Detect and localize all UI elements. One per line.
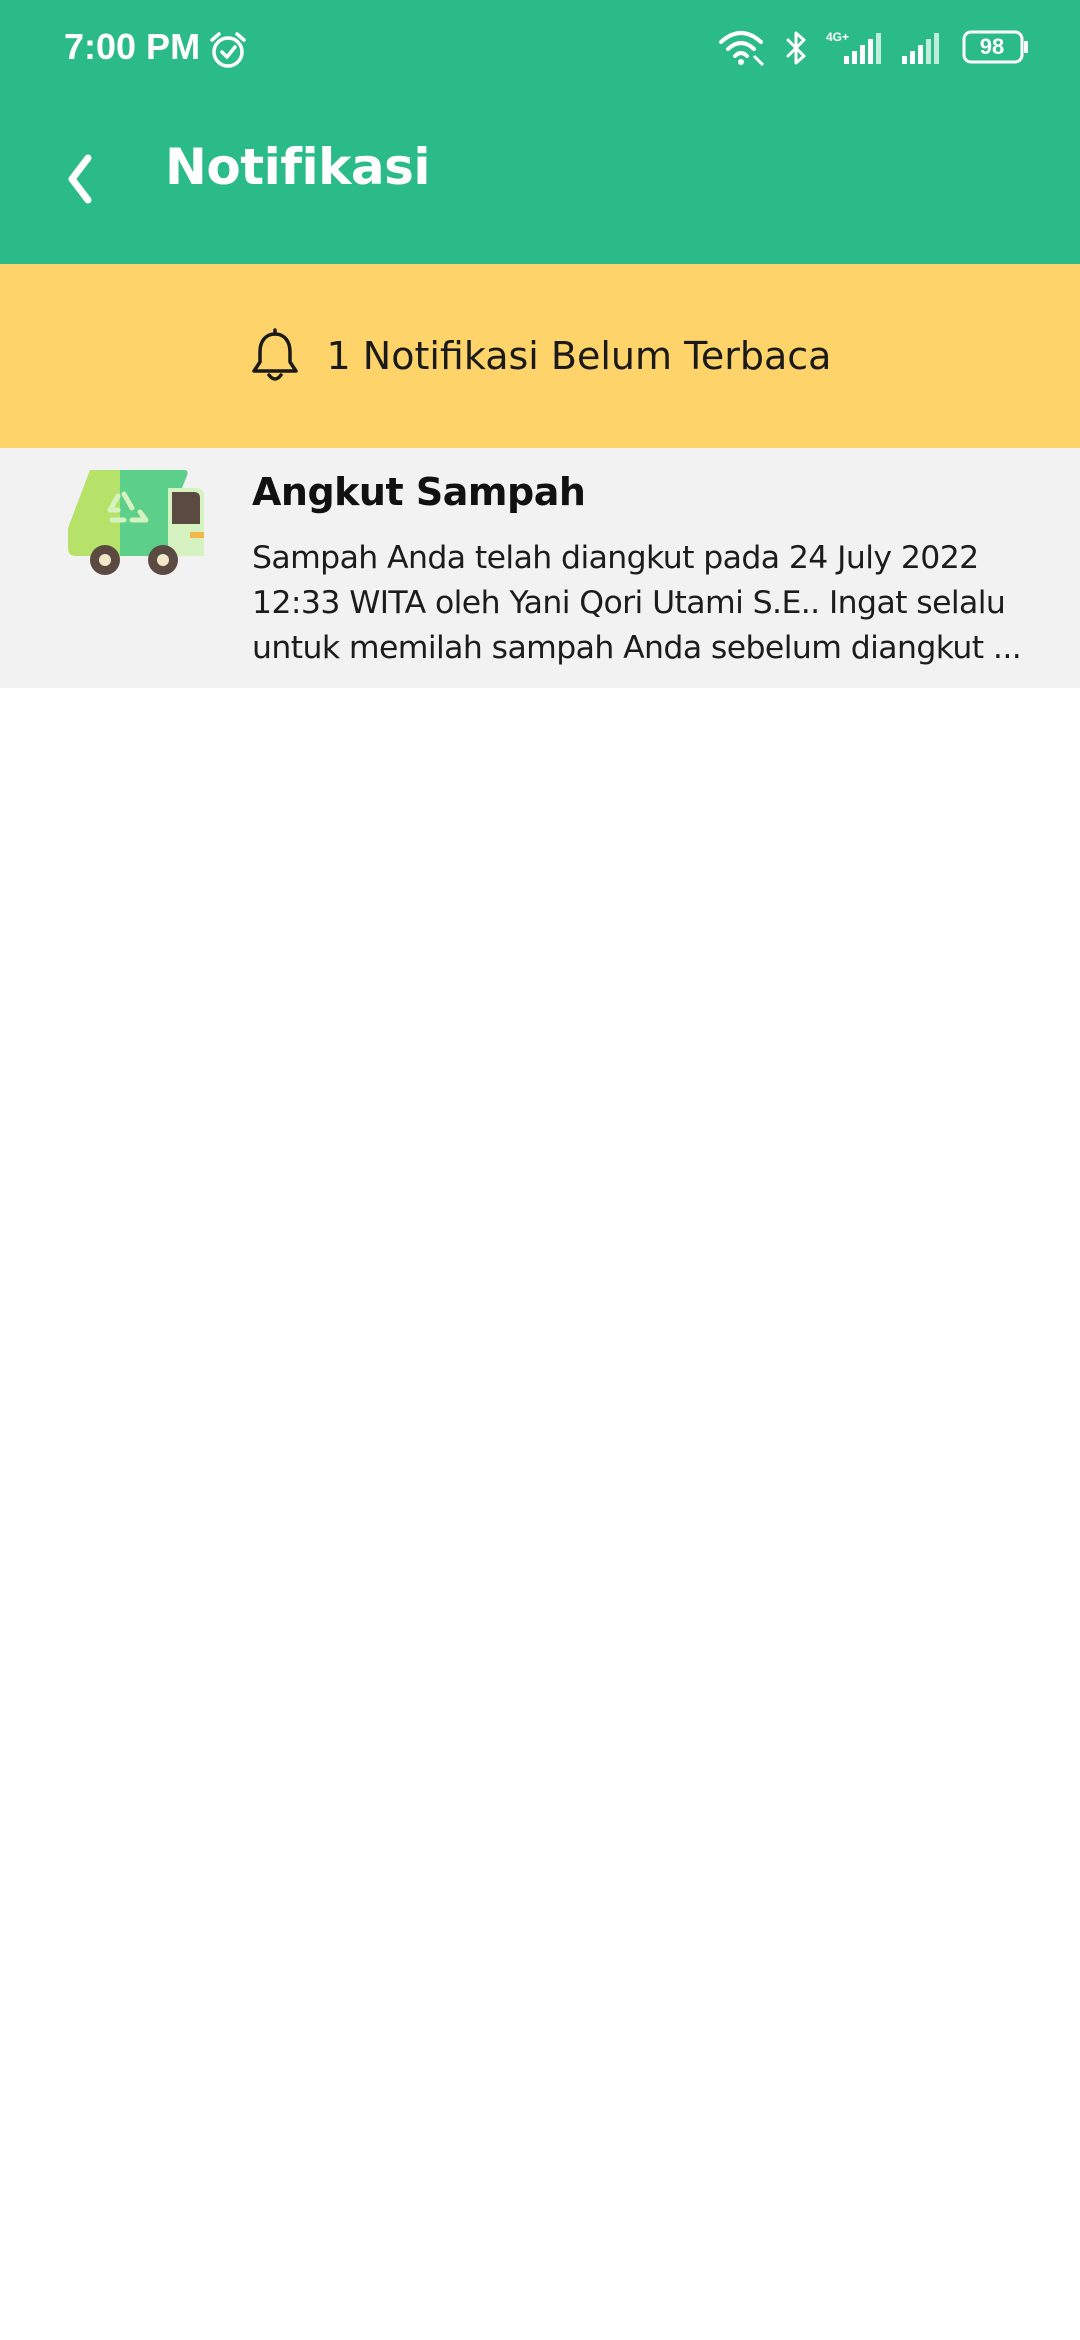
back-button[interactable] [56, 144, 112, 214]
app-header: 7:00 PM 4G+ 98 Notifikasi [0, 0, 1080, 264]
unread-content: 1 Notifikasi Belum Terbaca [0, 264, 1080, 448]
status-time: 7:00 PM [64, 26, 201, 67]
notification-message-line: 12:33 WITA oleh Yani Qori Utami S.E.. In… [252, 585, 1006, 621]
toolbar: Notifikasi [0, 100, 1080, 264]
signal-icon [900, 30, 946, 70]
notification-message-line: untuk memilah sampah Anda sebelum diangk… [252, 630, 1022, 666]
alarm-icon [208, 30, 248, 74]
svg-text:4G+: 4G+ [826, 30, 849, 44]
status-bar: 7:00 PM 4G+ 98 [0, 0, 1080, 100]
status-icons: 4G+ 98 [718, 30, 1038, 70]
garbage-truck-icon [66, 468, 206, 578]
unread-count-text: 1 Notifikasi Belum Terbaca [326, 334, 832, 378]
unread-banner: 1 Notifikasi Belum Terbaca [0, 264, 1080, 448]
signal-icon: 4G+ [826, 30, 886, 70]
bell-icon [249, 328, 301, 384]
page-title: Notifikasi [165, 138, 431, 196]
notification-item[interactable]: Angkut Sampah Sampah Anda telah diangkut… [0, 448, 1080, 688]
battery-icon: 98 [962, 30, 1030, 64]
notification-message-line: Sampah Anda telah diangkut pada 24 July … [252, 540, 979, 576]
notification-title: Angkut Sampah [252, 470, 586, 514]
notification-message: Sampah Anda telah diangkut pada 24 July … [252, 536, 1042, 671]
bluetooth-icon [784, 30, 808, 70]
wifi-icon [718, 30, 766, 70]
battery-level: 98 [979, 34, 1005, 59]
chevron-left-icon [68, 154, 92, 204]
